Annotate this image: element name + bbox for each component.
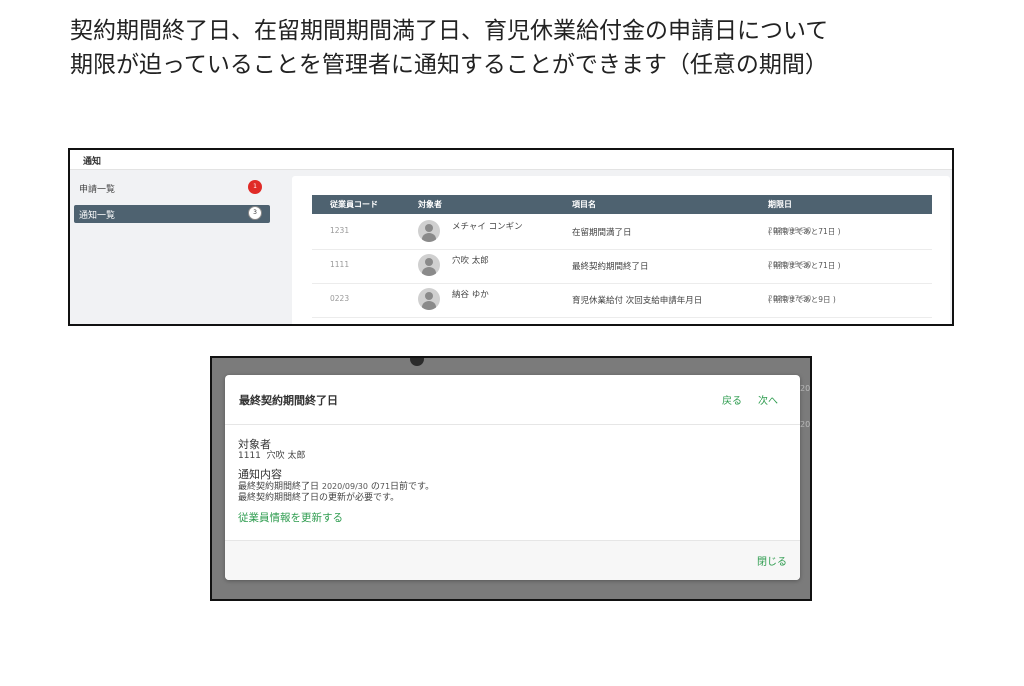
person-name: メチャイ コンギン bbox=[452, 222, 523, 232]
back-button[interactable]: 戻る bbox=[722, 392, 742, 407]
modal-header: 最終契約期間終了日 戻る 次へ bbox=[225, 375, 800, 425]
employee-code: 0223 bbox=[330, 294, 350, 303]
topbar-title: 通知 bbox=[70, 150, 952, 170]
avatar-icon bbox=[418, 254, 440, 276]
notification-table-panel: 従業員コード 対象者 項目名 期限日 1231 メチャイ コンギン 在留期間満了… bbox=[292, 176, 950, 324]
headline-line-2: 期限が迫っていることを管理者に通知することができます（任意の期間） bbox=[70, 52, 828, 78]
content-text: 日前です。 bbox=[390, 482, 435, 492]
sidebar-item-notifications[interactable]: 通知一覧 3 bbox=[74, 205, 270, 223]
notification-modal: 最終契約期間終了日 戻る 次へ 対象者 1111 穴吹 太郎 通知内容 最終契約… bbox=[225, 375, 800, 580]
column-header-code: 従業員コード bbox=[330, 200, 378, 209]
target-value: 1111 穴吹 太郎 bbox=[238, 451, 306, 461]
person-name: 穴吹 太郎 bbox=[452, 256, 489, 266]
modal-title: 最終契約期間終了日 bbox=[239, 394, 338, 407]
sidebar-item-label: 通知一覧 bbox=[79, 211, 116, 221]
person-name: 納谷 ゆか bbox=[452, 290, 489, 300]
table-row[interactable]: 1111 穴吹 太郎 最終契約期間終了日 2020/09/30( 期限まであと7… bbox=[312, 250, 932, 284]
table-row[interactable]: 0223 納谷 ゆか 育児休業給付 次回支給申請年月日 2020/07/30( … bbox=[312, 284, 932, 318]
close-button[interactable]: 閉じる bbox=[757, 553, 787, 568]
item-name: 在留期間満了日 bbox=[572, 228, 632, 238]
content-line-1: 最終契約期間終了日 2020/09/30 の71日前です。 bbox=[238, 481, 778, 493]
headline: 契約期間終了日、在留期間期間満了日、育児休業給付金の申請日について 期限が迫って… bbox=[70, 14, 970, 82]
content-label: 通知内容 bbox=[238, 468, 282, 481]
background-text-fragment: 202 bbox=[800, 384, 811, 393]
content-line-2: 最終契約期間終了日の更新が必要です。 bbox=[238, 493, 400, 503]
avatar-icon bbox=[418, 288, 440, 310]
sidebar-item-label: 申請一覧 bbox=[79, 185, 116, 195]
content-text: 最終契約期間終了日 bbox=[238, 482, 322, 492]
sidebar: 申請一覧 1 通知一覧 3 bbox=[70, 171, 280, 324]
table-row[interactable]: 1231 メチャイ コンギン 在留期間満了日 2020/09/30( 期限まであ… bbox=[312, 216, 932, 250]
table-header: 従業員コード 対象者 項目名 期限日 bbox=[312, 195, 932, 214]
deadline-remaining: ( 期限まであと9日 ) bbox=[768, 295, 836, 304]
modal-body: 対象者 1111 穴吹 太郎 通知内容 最終契約期間終了日 2020/09/30… bbox=[238, 438, 778, 525]
column-header-deadline: 期限日 bbox=[768, 200, 792, 209]
notification-list-screenshot: 通知 申請一覧 1 通知一覧 3 従業員コード 対象者 項目名 期限日 1231… bbox=[68, 148, 954, 326]
count-badge: 3 bbox=[248, 206, 262, 220]
content-days: 71 bbox=[379, 482, 391, 491]
item-name: 最終契約期間終了日 bbox=[572, 262, 649, 272]
sidebar-item-applications[interactable]: 申請一覧 1 bbox=[74, 179, 270, 197]
deadline-remaining: ( 期限まであと71日 ) bbox=[768, 227, 841, 236]
notification-detail-screenshot: 202 202 最終契約期間終了日 戻る 次へ 対象者 1111 穴吹 太郎 通… bbox=[210, 356, 812, 601]
headline-line-1: 契約期間終了日、在留期間期間満了日、育児休業給付金の申請日について bbox=[70, 18, 829, 44]
background-text-fragment: 202 bbox=[800, 420, 811, 429]
deadline-remaining: ( 期限まであと71日 ) bbox=[768, 261, 841, 270]
employee-code: 1111 bbox=[330, 260, 350, 269]
next-button[interactable]: 次へ bbox=[758, 392, 778, 407]
column-header-item: 項目名 bbox=[572, 200, 596, 209]
count-badge: 1 bbox=[248, 180, 262, 194]
update-employee-info-link[interactable]: 従業員情報を更新する bbox=[238, 510, 778, 525]
target-label: 対象者 bbox=[238, 438, 271, 451]
column-header-target: 対象者 bbox=[418, 200, 442, 209]
avatar-icon bbox=[418, 220, 440, 242]
item-name: 育児休業給付 次回支給申請年月日 bbox=[572, 296, 703, 306]
modal-footer: 閉じる bbox=[225, 540, 800, 580]
employee-code: 1231 bbox=[330, 226, 350, 235]
content-date: 2020/09/30 bbox=[321, 482, 368, 491]
content-text: の bbox=[367, 482, 380, 492]
background-avatar-fragment bbox=[410, 358, 424, 366]
